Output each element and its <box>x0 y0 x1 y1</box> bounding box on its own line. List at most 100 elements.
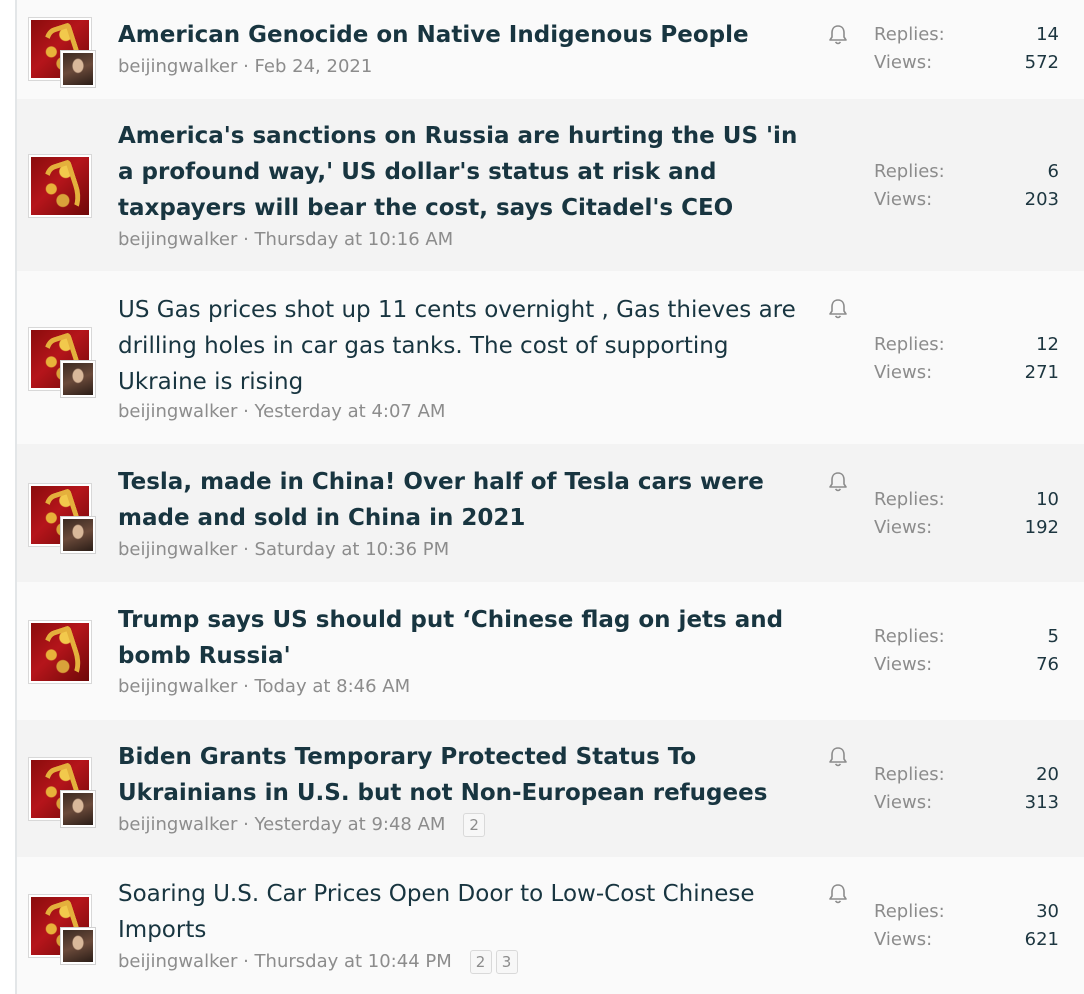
thread-author-link[interactable]: beijingwalker <box>118 951 237 972</box>
page-link[interactable]: 3 <box>495 950 518 974</box>
thread-stats: Replies: 30 Views: 621 <box>874 898 1059 954</box>
views-count: 313 <box>1024 792 1059 813</box>
last-poster-avatar[interactable] <box>61 928 95 964</box>
replies-label: Replies: <box>874 24 945 45</box>
meta-separator: · <box>243 676 255 697</box>
last-poster-avatar[interactable] <box>61 517 95 553</box>
thread-starter-avatar[interactable] <box>29 18 95 87</box>
views-count: 271 <box>1024 362 1059 383</box>
meta-separator: · <box>243 539 255 560</box>
thread-starter-avatar[interactable] <box>29 484 95 553</box>
avatar[interactable] <box>29 621 91 683</box>
thread-title-link[interactable]: America's sanctions on Russia are hurtin… <box>118 118 818 226</box>
meta-separator: · <box>243 56 255 77</box>
thread-meta: beijingwalker · Today at 8:46 AM <box>118 675 410 699</box>
thread-stats: Replies: 10 Views: 192 <box>874 486 1059 542</box>
thread-author-link[interactable]: beijingwalker <box>118 401 237 422</box>
replies-count: 6 <box>1047 161 1059 182</box>
thread-meta: beijingwalker · Thursday at 10:16 AM <box>118 228 453 252</box>
thread-start-date[interactable]: Today at 8:46 AM <box>255 676 411 697</box>
replies-label: Replies: <box>874 901 945 922</box>
thread-starter-avatar[interactable] <box>29 895 95 964</box>
bell-icon[interactable] <box>828 24 848 46</box>
replies-count: 20 <box>1036 764 1059 785</box>
views-count: 76 <box>1036 654 1059 675</box>
bell-icon[interactable] <box>828 746 848 768</box>
thread-author-link[interactable]: beijingwalker <box>118 814 237 835</box>
thread-start-date[interactable]: Thursday at 10:44 PM <box>255 951 452 972</box>
views-count: 203 <box>1024 189 1059 210</box>
thread-start-date[interactable]: Feb 24, 2021 <box>255 56 373 77</box>
views-count: 572 <box>1024 52 1059 73</box>
views-count: 192 <box>1024 517 1059 538</box>
views-label: Views: <box>874 189 933 210</box>
replies-count: 14 <box>1036 24 1059 45</box>
thread-list: American Genocide on Native Indigenous P… <box>15 0 1084 994</box>
thread-stats: Replies: 6 Views: 203 <box>874 158 1059 214</box>
thread-starter-avatar[interactable] <box>29 758 95 827</box>
thread-author-link[interactable]: beijingwalker <box>118 56 237 77</box>
views-label: Views: <box>874 52 933 73</box>
thread-title-link[interactable]: Tesla, made in China! Over half of Tesla… <box>118 464 818 536</box>
thread-row: Biden Grants Temporary Protected Status … <box>17 720 1084 857</box>
views-count: 621 <box>1024 929 1059 950</box>
page-jump: 23 <box>469 950 522 974</box>
thread-row: America's sanctions on Russia are hurtin… <box>17 99 1084 271</box>
last-poster-avatar[interactable] <box>61 361 95 397</box>
thread-row: American Genocide on Native Indigenous P… <box>17 0 1084 99</box>
thread-title-link[interactable]: Trump says US should put ‘Chinese flag o… <box>118 602 818 674</box>
thread-meta: beijingwalker · Saturday at 10:36 PM <box>118 538 449 562</box>
thread-row: US Gas prices shot up 11 cents overnight… <box>17 271 1084 444</box>
thread-starter-avatar[interactable] <box>29 328 95 397</box>
views-label: Views: <box>874 792 933 813</box>
meta-separator: · <box>243 814 255 835</box>
thread-title-link[interactable]: Soaring U.S. Car Prices Open Door to Low… <box>118 876 818 948</box>
thread-starter-avatar[interactable] <box>29 621 93 685</box>
thread-author-link[interactable]: beijingwalker <box>118 539 237 560</box>
meta-separator: · <box>243 951 255 972</box>
thread-meta: beijingwalker · Yesterday at 9:48 AM 2 <box>118 813 489 837</box>
thread-stats: Replies: 12 Views: 271 <box>874 331 1059 387</box>
thread-start-date[interactable]: Thursday at 10:16 AM <box>255 229 454 250</box>
meta-separator: · <box>243 401 255 422</box>
replies-label: Replies: <box>874 764 945 785</box>
thread-author-link[interactable]: beijingwalker <box>118 676 237 697</box>
replies-label: Replies: <box>874 626 945 647</box>
page-link[interactable]: 2 <box>469 950 492 974</box>
replies-label: Replies: <box>874 161 945 182</box>
bell-icon[interactable] <box>828 298 848 320</box>
thread-stats: Replies: 5 Views: 76 <box>874 623 1059 679</box>
page-link[interactable]: 2 <box>463 813 486 837</box>
last-poster-avatar[interactable] <box>61 51 95 87</box>
thread-meta: beijingwalker · Yesterday at 4:07 AM <box>118 400 445 424</box>
replies-count: 12 <box>1036 334 1059 355</box>
replies-label: Replies: <box>874 489 945 510</box>
thread-title-link[interactable]: Biden Grants Temporary Protected Status … <box>118 739 818 811</box>
replies-count: 10 <box>1036 489 1059 510</box>
thread-meta: beijingwalker · Thursday at 10:44 PM 23 <box>118 950 522 974</box>
thread-title-link[interactable]: US Gas prices shot up 11 cents overnight… <box>118 292 818 400</box>
thread-meta: beijingwalker · Feb 24, 2021 <box>118 55 372 79</box>
meta-separator: · <box>243 229 255 250</box>
views-label: Views: <box>874 929 933 950</box>
views-label: Views: <box>874 362 933 383</box>
thread-stats: Replies: 20 Views: 313 <box>874 761 1059 817</box>
thread-author-link[interactable]: beijingwalker <box>118 229 237 250</box>
views-label: Views: <box>874 517 933 538</box>
thread-start-date[interactable]: Saturday at 10:36 PM <box>255 539 450 560</box>
thread-start-date[interactable]: Yesterday at 9:48 AM <box>255 814 446 835</box>
bell-icon[interactable] <box>828 883 848 905</box>
thread-row: Trump says US should put ‘Chinese flag o… <box>17 582 1084 720</box>
replies-label: Replies: <box>874 334 945 355</box>
avatar[interactable] <box>29 155 91 217</box>
last-poster-avatar[interactable] <box>61 791 95 827</box>
bell-icon[interactable] <box>828 471 848 493</box>
thread-start-date[interactable]: Yesterday at 4:07 AM <box>255 401 446 422</box>
thread-stats: Replies: 14 Views: 572 <box>874 21 1059 77</box>
replies-count: 5 <box>1047 626 1059 647</box>
page-jump: 2 <box>463 813 489 837</box>
thread-title-link[interactable]: American Genocide on Native Indigenous P… <box>118 17 818 53</box>
views-label: Views: <box>874 654 933 675</box>
thread-starter-avatar[interactable] <box>29 155 93 219</box>
thread-row: Tesla, made in China! Over half of Tesla… <box>17 444 1084 582</box>
